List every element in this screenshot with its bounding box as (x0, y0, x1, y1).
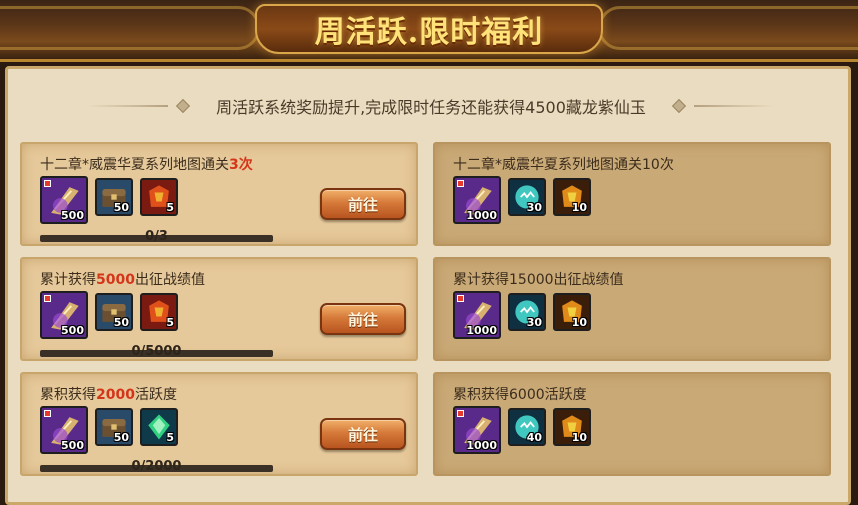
task-title: 累积获得6000活跃度 (453, 387, 587, 403)
subtitle-row: 周活跃系统奖励提升,完成限时任务还能获得4500藏龙紫仙玉 (8, 91, 854, 121)
divider-left (88, 105, 169, 107)
gold-armor-icon[interactable]: 10 (553, 408, 591, 446)
reward-items: 500 50 5 (40, 291, 178, 339)
title-plate: 周活跃.限时福利 (255, 4, 603, 54)
divider-right (693, 105, 774, 107)
task-title: 累积获得2000活跃度 (40, 387, 177, 403)
progress-text: 0/5000 (131, 344, 182, 359)
page-title: 周活跃.限时福利 (314, 15, 544, 50)
task-card: 累积获得6000活跃度 1000 40 10 (433, 372, 831, 476)
ornament-right (598, 6, 858, 50)
task-card: 十二章*威震华夏系列地图通关10次 1000 30 10 (433, 142, 831, 246)
task-title: 累计获得5000出征战绩值 (40, 272, 205, 288)
purple-horn-icon[interactable]: 500 (40, 176, 88, 224)
teal-orb-icon[interactable]: 30 (508, 178, 546, 216)
teal-orb-icon[interactable]: 30 (508, 293, 546, 331)
reward-items: 500 50 5 (40, 176, 178, 224)
teal-orb-icon[interactable]: 40 (508, 408, 546, 446)
task-card: 十二章*威震华夏系列地图通关3次 500 50 5 前往 0/3 (20, 142, 418, 246)
progress-text: 0/3 (145, 229, 168, 244)
reward-items: 1000 30 10 (453, 291, 591, 339)
header-banner: 周活跃.限时福利 (0, 0, 858, 62)
task-card: 累计获得15000出征战绩值 1000 30 10 (433, 257, 831, 361)
green-gem-icon[interactable]: 5 (140, 408, 178, 446)
purple-horn-icon[interactable]: 1000 (453, 406, 501, 454)
go-button[interactable]: 前往 (320, 418, 406, 450)
go-button[interactable]: 前往 (320, 303, 406, 335)
gold-armor-icon[interactable]: 10 (553, 178, 591, 216)
purple-horn-icon[interactable]: 500 (40, 291, 88, 339)
task-card: 累积获得2000活跃度 500 50 5 前往 0/2000 (20, 372, 418, 476)
progress-text: 0/2000 (131, 459, 182, 474)
ornament-left (0, 6, 260, 50)
red-armor-icon[interactable]: 5 (140, 293, 178, 331)
subtitle: 周活跃系统奖励提升,完成限时任务还能获得4500藏龙紫仙玉 (216, 98, 646, 117)
chest-icon[interactable]: 50 (95, 408, 133, 446)
go-button[interactable]: 前往 (320, 188, 406, 220)
diamond-icon (176, 98, 191, 114)
task-card: 累计获得5000出征战绩值 500 50 5 前往 0/5000 (20, 257, 418, 361)
purple-horn-icon[interactable]: 1000 (453, 291, 501, 339)
chest-icon[interactable]: 50 (95, 293, 133, 331)
task-title: 累计获得15000出征战绩值 (453, 272, 624, 288)
task-title: 十二章*威震华夏系列地图通关3次 (40, 157, 253, 173)
reward-items: 500 50 5 (40, 406, 178, 454)
chest-icon[interactable]: 50 (95, 178, 133, 216)
task-title: 十二章*威震华夏系列地图通关10次 (453, 157, 674, 173)
diamond-icon (671, 98, 686, 114)
purple-horn-icon[interactable]: 500 (40, 406, 88, 454)
red-armor-icon[interactable]: 5 (140, 178, 178, 216)
reward-items: 1000 40 10 (453, 406, 591, 454)
purple-horn-icon[interactable]: 1000 (453, 176, 501, 224)
reward-items: 1000 30 10 (453, 176, 591, 224)
gold-armor-icon[interactable]: 10 (553, 293, 591, 331)
